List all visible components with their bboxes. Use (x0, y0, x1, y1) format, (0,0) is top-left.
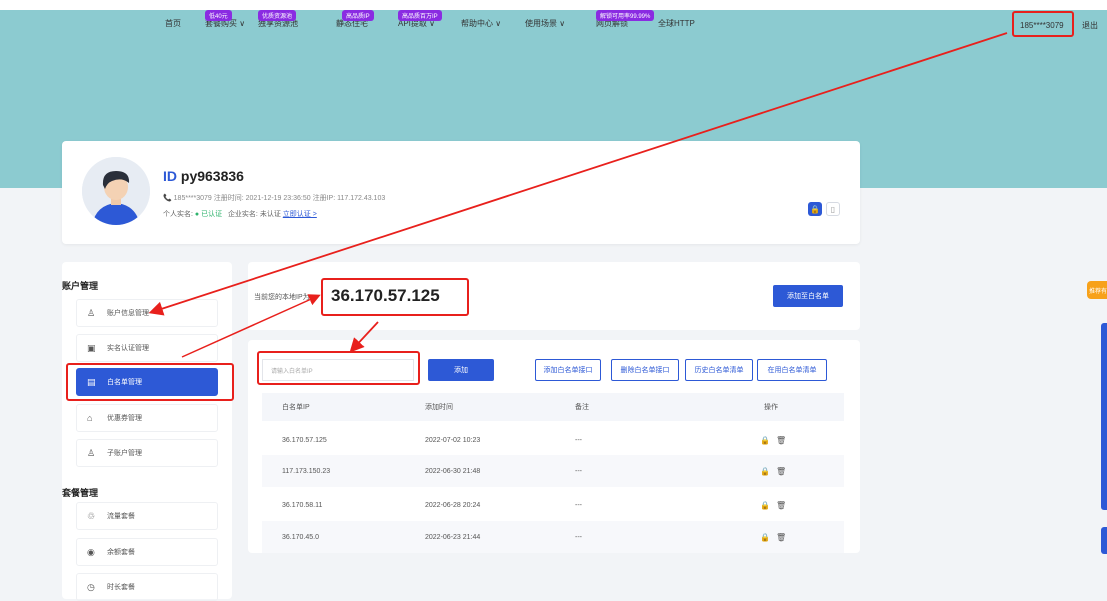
highlight-local-ip (321, 278, 469, 316)
column-header: 备注 (575, 404, 589, 411)
add-ip-button[interactable]: 添加 (428, 359, 494, 381)
add-whitelist-api-button[interactable]: 添加白名单接口 (535, 359, 601, 381)
nav-help-center[interactable]: 帮助中心 ∨ (461, 18, 501, 29)
row-actions[interactable]: 🔒🗑 (760, 424, 792, 456)
added-time-cell: 2022-06-23 21:44 (425, 533, 481, 541)
user-icon: ♙ (87, 307, 96, 318)
active-whitelist-button[interactable]: 在用白名单清单 (757, 359, 827, 381)
table-header: 白名单IP 添加时间 备注 操作 (262, 393, 844, 421)
whitelist-ip-cell: 36.170.57.125 (282, 436, 327, 444)
nav-global-http[interactable]: 全球HTTP (658, 18, 695, 29)
added-time-cell: 2022-06-30 21:48 (425, 467, 481, 475)
row-actions[interactable]: 🔒🗑 (760, 455, 792, 487)
note-cell: --- (575, 501, 582, 509)
sidebar-item-coupon[interactable]: ⌂ 优惠券管理 (76, 404, 218, 432)
sidebar-item-balance[interactable]: ◉ 余额套餐 (76, 538, 218, 566)
sidebar: 账户管理 ♙ 账户信息管理 ▣ 实名认证管理 ▤ 白名单管理 ⌂ 优惠券管理 ♙ 子账户管… (62, 262, 232, 601)
nav-badge: 优质资源池 (258, 10, 297, 21)
column-header: 添加时间 (425, 404, 453, 411)
note-cell: --- (575, 467, 582, 475)
sub-account-icon: ♙ (87, 447, 96, 458)
account-meta: 📞 185****3079 注册时间: 2021-12-19 23:36:50 … (163, 195, 386, 202)
nav-dedicated-pool[interactable]: 优质资源池 独享资源池 (258, 10, 298, 29)
nav-badge: 低40元 (205, 10, 232, 21)
section-title-package: 套餐管理 (62, 488, 99, 498)
sidebar-item-duration[interactable]: ◷ 时长套餐 (76, 573, 218, 601)
avatar (82, 157, 150, 225)
highlight-user-phone (1012, 11, 1074, 37)
table-row: 117.173.150.23 2022-06-30 21:48 --- 🔒🗑 (262, 455, 844, 487)
sidebar-item-sub-account[interactable]: ♙ 子账户管理 (76, 439, 218, 467)
check-icon: ● (194, 211, 200, 218)
whitelist-ip-cell: 36.170.58.11 (282, 501, 323, 509)
history-whitelist-button[interactable]: 历史白名单清单 (685, 359, 753, 381)
table-row: 36.170.57.125 2022-07-02 10:23 --- 🔒🗑 (262, 424, 844, 456)
account-id: ID py963836 (163, 168, 244, 184)
nav-badge: 高品质百万IP (398, 10, 442, 21)
nav-home[interactable]: 首页 (165, 18, 181, 29)
sidebar-item-account-info[interactable]: ♙ 账户信息管理 (76, 299, 218, 327)
column-header: 白名单IP (282, 404, 310, 411)
top-strip (0, 0, 1107, 10)
lock-button[interactable]: 🔒 (808, 202, 822, 216)
nav-badge: 解锁可用率99.99% (596, 10, 655, 21)
note-cell: --- (575, 436, 582, 444)
highlight-ip-input (257, 351, 420, 385)
nav-use-cases[interactable]: 使用场景 ∨ (525, 18, 565, 29)
nav-badge: 高品质IP (342, 10, 374, 21)
logout-link[interactable]: 退出 (1082, 20, 1098, 31)
local-ip-label: 当前您的本地IP为: (254, 294, 312, 301)
add-to-whitelist-button[interactable]: 添加至白名单 (773, 285, 843, 307)
balance-icon: ◉ (87, 546, 95, 557)
traffic-icon: ♲ (87, 510, 96, 521)
referral-side-tab[interactable]: 推荐有礼 (1087, 281, 1107, 299)
sidebar-item-traffic[interactable]: ♲ 流量套餐 (76, 502, 218, 530)
whitelist-ip-cell: 117.173.150.23 (282, 467, 331, 475)
section-title-account: 账户管理 (62, 281, 99, 291)
avatar-illustration (82, 157, 150, 225)
nav-static-residential[interactable]: 高品质IP 静态住宅 (336, 10, 374, 29)
phone-button[interactable]: ▯ (826, 202, 840, 216)
whitelist-ip-cell: 36.170.45.0 (282, 533, 319, 541)
nav-api-extract[interactable]: 高品质百万IP API提取 ∨ (398, 10, 442, 29)
side-panel-edge (1101, 323, 1107, 510)
added-time-cell: 2022-07-02 10:23 (425, 436, 481, 444)
table-row: 36.170.58.11 2022-06-28 20:24 --- 🔒🗑 (262, 489, 844, 521)
note-cell: --- (575, 533, 582, 541)
side-panel-edge (1101, 527, 1107, 554)
coupon-icon: ⌂ (87, 413, 93, 423)
added-time-cell: 2022-06-28 20:24 (425, 501, 481, 509)
profile-card: ID py963836 📞 185****3079 注册时间: 2021-12-… (62, 141, 860, 244)
id-card-icon: ▣ (87, 342, 96, 353)
row-actions[interactable]: 🔒🗑 (760, 489, 792, 521)
mobile-icon: ▯ (830, 204, 836, 214)
certification-status: 个人实名: ● 已认证 企业实名: 未认证 立即认证 > (163, 211, 317, 218)
nav-package-buy[interactable]: 低40元 套餐购买 ∨ (205, 10, 245, 29)
highlight-whitelist-menu (66, 363, 234, 401)
clock-icon: ◷ (87, 581, 95, 592)
sidebar-item-real-name[interactable]: ▣ 实名认证管理 (76, 334, 218, 362)
delete-whitelist-api-button[interactable]: 删除白名单接口 (611, 359, 679, 381)
certify-now-link[interactable]: 立即认证 > (283, 211, 317, 218)
table-row: 36.170.45.0 2022-06-23 21:44 --- 🔒🗑 (262, 521, 844, 553)
row-actions[interactable]: 🔒🗑 (760, 521, 792, 553)
lock-icon: 🔒 (810, 204, 820, 214)
column-header: 操作 (764, 404, 778, 411)
nav-web-unlock[interactable]: 解锁可用率99.99% 网页解锁 (596, 10, 655, 29)
